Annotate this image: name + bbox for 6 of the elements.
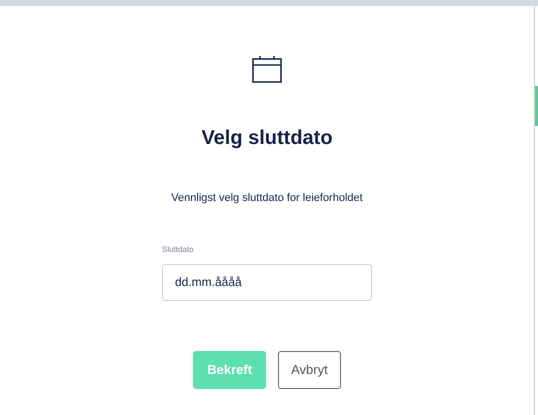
dialog-title: Velg sluttdato (201, 126, 333, 151)
cancel-button[interactable]: Avbryt (278, 350, 341, 388)
calendar-icon (252, 55, 282, 83)
dialog-message: Vennligst velg sluttdato for leieforholdet (171, 191, 363, 206)
field-label: Sluttdato (162, 244, 195, 256)
date-field[interactable]: dd.mm.åååå (162, 264, 372, 300)
